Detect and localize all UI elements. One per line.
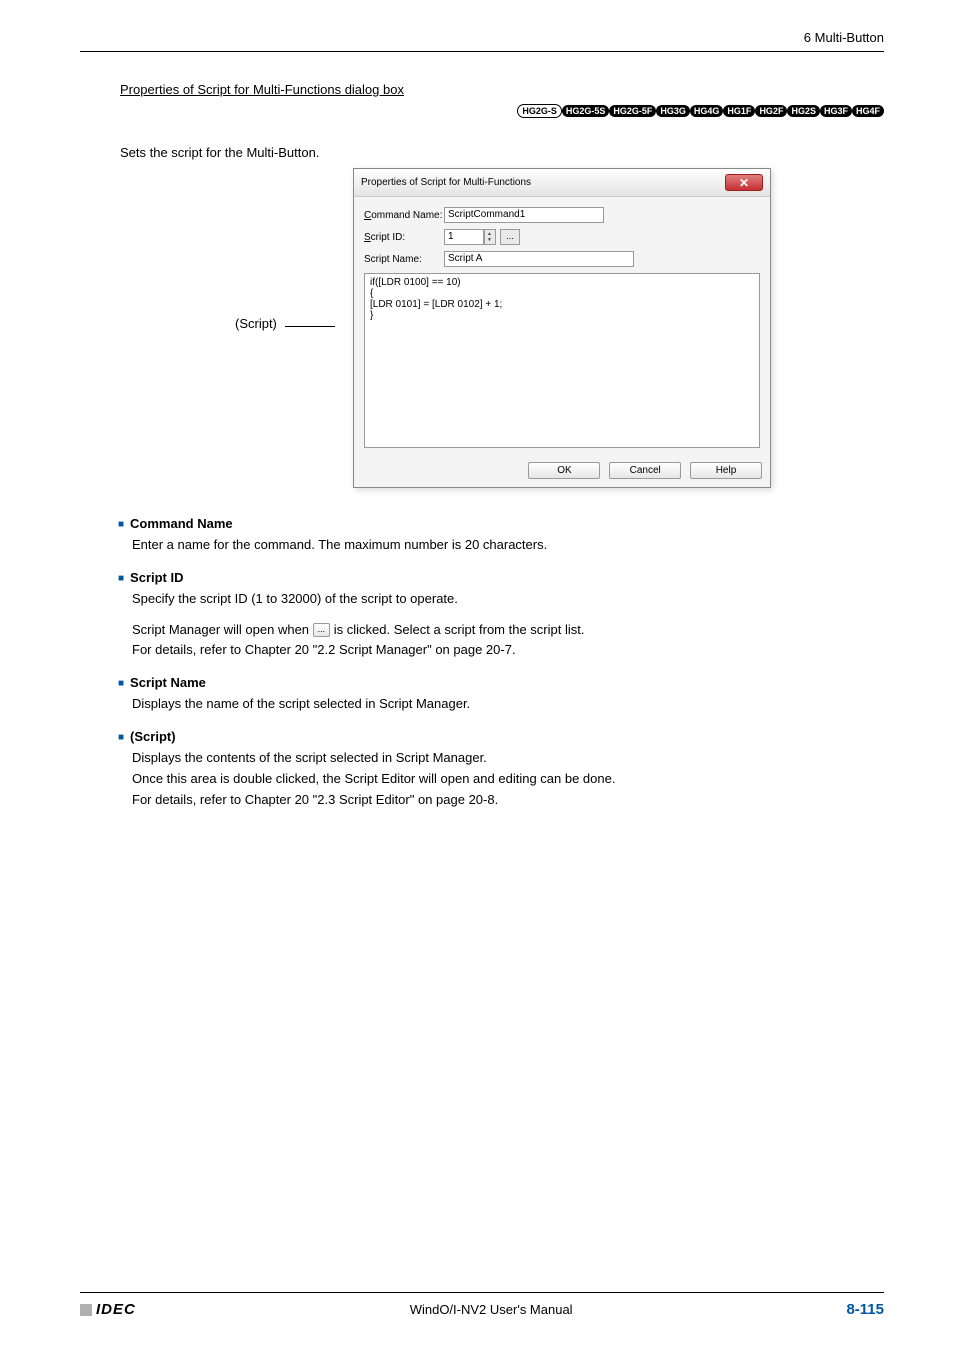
- model-badge: HG2F: [755, 105, 787, 117]
- section-heading: ■Command Name: [118, 516, 884, 531]
- model-badge: HG2S: [787, 105, 820, 117]
- help-button[interactable]: Help: [690, 462, 762, 479]
- doc-section: ■Script ID Specify the script ID (1 to 32…: [118, 570, 884, 661]
- section-body: Displays the contents of the script sele…: [132, 748, 884, 810]
- brand-logo: IDEC: [80, 1301, 136, 1318]
- section-body: Enter a name for the command. The maximu…: [132, 535, 884, 556]
- model-badge: HG2G-S: [517, 104, 562, 118]
- section-body: Displays the name of the script selected…: [132, 694, 884, 715]
- bullet-icon: ■: [118, 573, 124, 584]
- page-footer: IDEC WindO/I-NV2 User's Manual 8-115: [80, 1292, 884, 1318]
- section-line: Enter a name for the command. The maximu…: [132, 535, 884, 556]
- input-script-name[interactable]: Script A: [444, 251, 634, 267]
- callout-script: (Script): [235, 316, 277, 331]
- doc-section: ■(Script) Displays the contents of the sc…: [118, 729, 884, 810]
- section-body: Specify the script ID (1 to 32000) of th…: [132, 589, 884, 661]
- header-section: 6 Multi-Button: [80, 30, 884, 51]
- model-badge: HG1F: [723, 105, 755, 117]
- intro-text: Sets the script for the Multi-Button.: [120, 145, 884, 160]
- model-badge: HG3G: [656, 105, 690, 117]
- script-textarea[interactable]: if([LDR 0100] == 10) { [LDR 0101] = [LDR…: [364, 273, 760, 448]
- model-badge: HG4G: [690, 105, 724, 117]
- browse-script-button[interactable]: ...: [500, 229, 520, 245]
- page-number: 8-115: [846, 1301, 884, 1318]
- model-badge: HG3F: [820, 105, 852, 117]
- section-line: For details, refer to Chapter 20 "2.2 Sc…: [132, 640, 884, 661]
- label-command-name: Command Name:: [364, 210, 444, 221]
- section-title: Properties of Script for Multi-Functions…: [120, 82, 884, 97]
- bullet-icon: ■: [118, 732, 124, 743]
- model-badges: HG2G-SHG2G-5SHG2G-5FHG3GHG4GHG1FHG2FHG2S…: [80, 101, 884, 119]
- model-badge: HG4F: [852, 105, 884, 117]
- section-heading: ■Script Name: [118, 675, 884, 690]
- section-line: Specify the script ID (1 to 32000) of th…: [132, 589, 884, 610]
- section-line: Script Manager will open when ... is cli…: [132, 620, 884, 641]
- script-id-spin[interactable]: [484, 229, 496, 245]
- brand-mark-icon: [80, 1304, 92, 1316]
- manual-title: WindO/I-NV2 User's Manual: [410, 1302, 573, 1317]
- dialog-properties: Properties of Script for Multi-Functions…: [353, 168, 771, 488]
- ok-button[interactable]: OK: [528, 462, 600, 479]
- doc-section: ■Script Name Displays the name of the scr…: [118, 675, 884, 715]
- header-rule: [80, 51, 884, 52]
- browse-icon-button[interactable]: ...: [313, 623, 331, 637]
- section-line: For details, refer to Chapter 20 "2.3 Sc…: [132, 790, 884, 811]
- model-badge: HG2G-5S: [562, 105, 610, 117]
- section-line: Once this area is double clicked, the Sc…: [132, 769, 884, 790]
- section-line: Displays the contents of the script sele…: [132, 748, 884, 769]
- doc-section: ■Command Name Enter a name for the comman…: [118, 516, 884, 556]
- section-line: Displays the name of the script selected…: [132, 694, 884, 715]
- section-heading: ■Script ID: [118, 570, 884, 585]
- dialog-title-text: Properties of Script for Multi-Functions: [361, 177, 531, 188]
- model-badge: HG2G-5F: [609, 105, 656, 117]
- label-script-name: Script Name:: [364, 254, 444, 265]
- section-heading: ■(Script): [118, 729, 884, 744]
- close-icon[interactable]: ✕: [725, 174, 763, 191]
- dialog-titlebar: Properties of Script for Multi-Functions…: [354, 169, 770, 197]
- cancel-button[interactable]: Cancel: [609, 462, 681, 479]
- input-script-id[interactable]: 1: [444, 229, 484, 245]
- bullet-icon: ■: [118, 519, 124, 530]
- callout-line: [285, 326, 335, 327]
- label-script-id: Script ID:: [364, 232, 444, 243]
- input-command-name[interactable]: ScriptCommand1: [444, 207, 604, 223]
- bullet-icon: ■: [118, 678, 124, 689]
